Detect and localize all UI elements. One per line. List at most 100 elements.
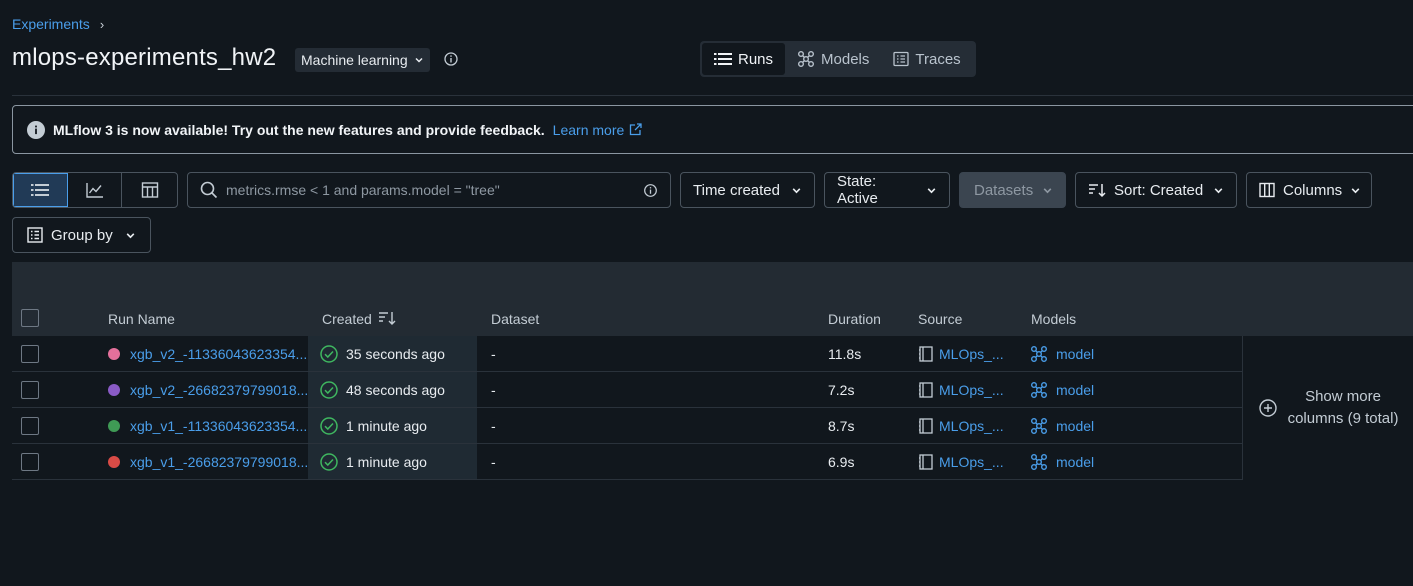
breadcrumb: Experiments › bbox=[12, 16, 104, 32]
table-row[interactable]: xgb_v1_-26682379799018... 1 minute ago -… bbox=[12, 444, 1242, 480]
table-row[interactable]: xgb_v1_-11336043623354... 1 minute ago -… bbox=[12, 408, 1242, 444]
experiment-type-label: Machine learning bbox=[301, 52, 408, 68]
group-by-dropdown[interactable]: Group by bbox=[12, 217, 151, 253]
list-icon bbox=[714, 52, 732, 66]
runs-table-header bbox=[12, 262, 1413, 336]
table-row[interactable]: xgb_v2_-11336043623354... 35 seconds ago… bbox=[12, 336, 1242, 372]
show-more-line1: Show more bbox=[1305, 388, 1381, 405]
table-row[interactable]: xgb_v2_-26682379799018... 48 seconds ago… bbox=[12, 372, 1242, 408]
tab-traces[interactable]: Traces bbox=[881, 43, 972, 75]
chevron-down-icon bbox=[1042, 185, 1053, 196]
run-name-link[interactable]: xgb_v2_-26682379799018... bbox=[130, 382, 308, 398]
sort-descending-icon[interactable] bbox=[378, 310, 396, 326]
row-checkbox[interactable] bbox=[21, 452, 39, 471]
tab-traces-label: Traces bbox=[915, 50, 961, 68]
run-name-link[interactable]: xgb_v1_-11336043623354... bbox=[130, 418, 307, 434]
created-cell: 35 seconds ago bbox=[320, 336, 445, 371]
run-name-cell: xgb_v1_-11336043623354... bbox=[108, 408, 307, 443]
info-icon[interactable] bbox=[643, 183, 658, 198]
models-icon bbox=[1030, 417, 1048, 435]
models-icon bbox=[1030, 345, 1048, 363]
artifact-view-button[interactable] bbox=[122, 173, 177, 207]
source-cell: MLOps_... bbox=[918, 408, 1004, 443]
run-color-dot[interactable] bbox=[108, 455, 120, 468]
source-cell: MLOps_... bbox=[918, 336, 1004, 371]
row-checkbox[interactable] bbox=[21, 380, 39, 399]
breadcrumb-separator: › bbox=[99, 16, 105, 32]
duration-cell: 6.9s bbox=[828, 453, 855, 470]
run-color-dot[interactable] bbox=[108, 383, 120, 396]
row-checkbox[interactable] bbox=[21, 416, 39, 435]
columns-dropdown[interactable]: Columns bbox=[1246, 172, 1372, 208]
row-checkbox-cell bbox=[21, 372, 39, 407]
datasets-dropdown[interactable]: Datasets bbox=[959, 172, 1066, 208]
sort-dropdown[interactable]: Sort: Created bbox=[1075, 172, 1237, 208]
column-header-created[interactable]: Created bbox=[322, 311, 372, 327]
table-view-button[interactable] bbox=[13, 173, 68, 207]
learn-more-link[interactable]: Learn more bbox=[553, 122, 643, 138]
run-name-cell: xgb_v1_-26682379799018... bbox=[108, 444, 308, 479]
line-chart-icon bbox=[85, 182, 104, 198]
created-cell: 48 seconds ago bbox=[320, 372, 445, 407]
show-more-columns-text: Show more columns (9 total) bbox=[1288, 386, 1399, 430]
show-more-line2: columns (9 total) bbox=[1287, 410, 1399, 427]
chevron-down-icon bbox=[1350, 185, 1361, 196]
source-link[interactable]: MLOps_... bbox=[939, 454, 1004, 470]
chevron-down-icon bbox=[414, 55, 424, 65]
columns-icon bbox=[1259, 182, 1275, 198]
model-link[interactable]: model bbox=[1056, 418, 1094, 434]
created-time: 1 minute ago bbox=[346, 453, 427, 470]
banner-message: MLflow 3 is now available! Try out the n… bbox=[53, 121, 545, 138]
duration-cell: 7.2s bbox=[828, 381, 855, 398]
tab-models[interactable]: Models bbox=[785, 43, 881, 75]
group-by-icon bbox=[27, 227, 43, 243]
notebook-icon bbox=[918, 345, 934, 362]
column-header-dataset[interactable]: Dataset bbox=[491, 311, 539, 327]
run-name-link[interactable]: xgb_v2_-11336043623354... bbox=[130, 346, 307, 362]
column-header-run-name[interactable]: Run Name bbox=[108, 311, 175, 327]
run-search-box bbox=[187, 172, 671, 208]
model-link[interactable]: model bbox=[1056, 346, 1094, 362]
chart-view-button[interactable] bbox=[68, 173, 123, 207]
run-color-dot[interactable] bbox=[108, 347, 120, 360]
notebook-icon bbox=[918, 381, 934, 398]
row-checkbox[interactable] bbox=[21, 344, 39, 363]
datasets-label: Datasets bbox=[974, 181, 1034, 199]
models-icon bbox=[1030, 453, 1048, 471]
time-created-label: Time created bbox=[693, 181, 780, 199]
source-link[interactable]: MLOps_... bbox=[939, 418, 1004, 434]
column-header-duration[interactable]: Duration bbox=[828, 311, 881, 327]
experiment-type-dropdown[interactable]: Machine learning bbox=[295, 48, 430, 72]
search-input[interactable] bbox=[226, 182, 635, 198]
run-name-link[interactable]: xgb_v1_-26682379799018... bbox=[130, 454, 308, 470]
column-header-models[interactable]: Models bbox=[1031, 311, 1076, 327]
tab-runs[interactable]: Runs bbox=[702, 43, 786, 75]
select-all-checkbox[interactable] bbox=[21, 309, 39, 327]
info-filled-icon bbox=[27, 120, 45, 139]
source-link[interactable]: MLOps_... bbox=[939, 382, 1004, 398]
dataset-cell: - bbox=[491, 453, 496, 470]
model-link[interactable]: model bbox=[1056, 454, 1094, 470]
tab-runs-label: Runs bbox=[738, 50, 774, 68]
announcement-banner: MLflow 3 is now available! Try out the n… bbox=[12, 105, 1413, 154]
plus-circle-icon bbox=[1258, 398, 1278, 418]
source-cell: MLOps_... bbox=[918, 444, 1004, 479]
sort-label: Sort: Created bbox=[1114, 181, 1204, 199]
source-link[interactable]: MLOps_... bbox=[939, 346, 1004, 362]
chevron-down-icon bbox=[791, 185, 802, 196]
view-mode-toggle bbox=[12, 172, 178, 208]
breadcrumb-experiments-link[interactable]: Experiments bbox=[12, 16, 90, 32]
source-cell: MLOps_... bbox=[918, 372, 1004, 407]
traces-icon bbox=[893, 51, 910, 67]
column-header-source[interactable]: Source bbox=[918, 311, 962, 327]
duration-cell: 8.7s bbox=[828, 417, 855, 434]
header-divider bbox=[12, 95, 1413, 96]
show-more-columns-button[interactable]: Show more columns (9 total) bbox=[1242, 336, 1413, 480]
info-icon[interactable] bbox=[443, 51, 459, 67]
time-created-dropdown[interactable]: Time created bbox=[680, 172, 815, 208]
list-icon bbox=[30, 183, 49, 197]
state-filter-dropdown[interactable]: State: Active bbox=[824, 172, 950, 208]
model-link[interactable]: model bbox=[1056, 382, 1094, 398]
run-color-dot[interactable] bbox=[108, 419, 120, 432]
dataset-cell: - bbox=[491, 381, 496, 398]
